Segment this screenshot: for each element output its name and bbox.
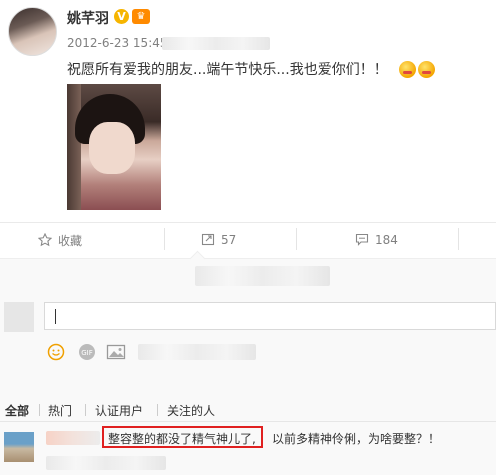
blurred-commenter-name [46, 431, 100, 445]
repost-icon [201, 232, 215, 249]
tab-verified-users[interactable]: 认证用户 [95, 402, 143, 419]
verified-badge-icon: V [114, 9, 129, 24]
comment-input[interactable] [44, 302, 496, 330]
highlight-box [102, 426, 263, 448]
my-avatar [4, 302, 34, 332]
blurred-notice [195, 266, 330, 286]
emoji-icon [399, 61, 416, 78]
comment-icon [355, 232, 369, 249]
emoji-icon[interactable] [47, 343, 67, 361]
tab-all[interactable]: 全部 [5, 402, 29, 419]
svg-text:GIF: GIF [81, 349, 93, 357]
blurred-comment-meta [46, 456, 166, 470]
blurred-option [138, 344, 256, 360]
emoji-icon [418, 61, 435, 78]
post-photo[interactable] [67, 84, 161, 210]
post-timestamp[interactable]: 2012-6-23 15:45 [67, 36, 168, 50]
star-icon [37, 232, 53, 250]
repost-button[interactable]: 57 [201, 232, 236, 249]
author-name[interactable]: 姚芊羽 [67, 8, 109, 28]
favorite-label: 收藏 [58, 234, 83, 248]
gif-icon[interactable]: GIF [77, 343, 97, 361]
author-avatar[interactable] [8, 7, 57, 56]
blurred-source [162, 37, 270, 50]
commenter-avatar[interactable] [4, 432, 34, 462]
repost-count: 57 [221, 233, 237, 247]
image-icon[interactable] [106, 343, 126, 361]
tab-hot[interactable]: 热门 [48, 402, 72, 419]
comment-count: 184 [375, 233, 398, 247]
tab-following[interactable]: 关注的人 [167, 402, 215, 419]
member-crown-icon: ♛ [132, 9, 150, 24]
post-text: 祝愿所有爱我的朋友...端午节快乐...我也爱你们！！ [67, 62, 388, 78]
comment-text: 以前多精神伶俐，为啥要整？！ [272, 432, 441, 446]
favorite-button[interactable]: 收藏 [37, 232, 83, 250]
comment-button[interactable]: 184 [355, 232, 398, 249]
